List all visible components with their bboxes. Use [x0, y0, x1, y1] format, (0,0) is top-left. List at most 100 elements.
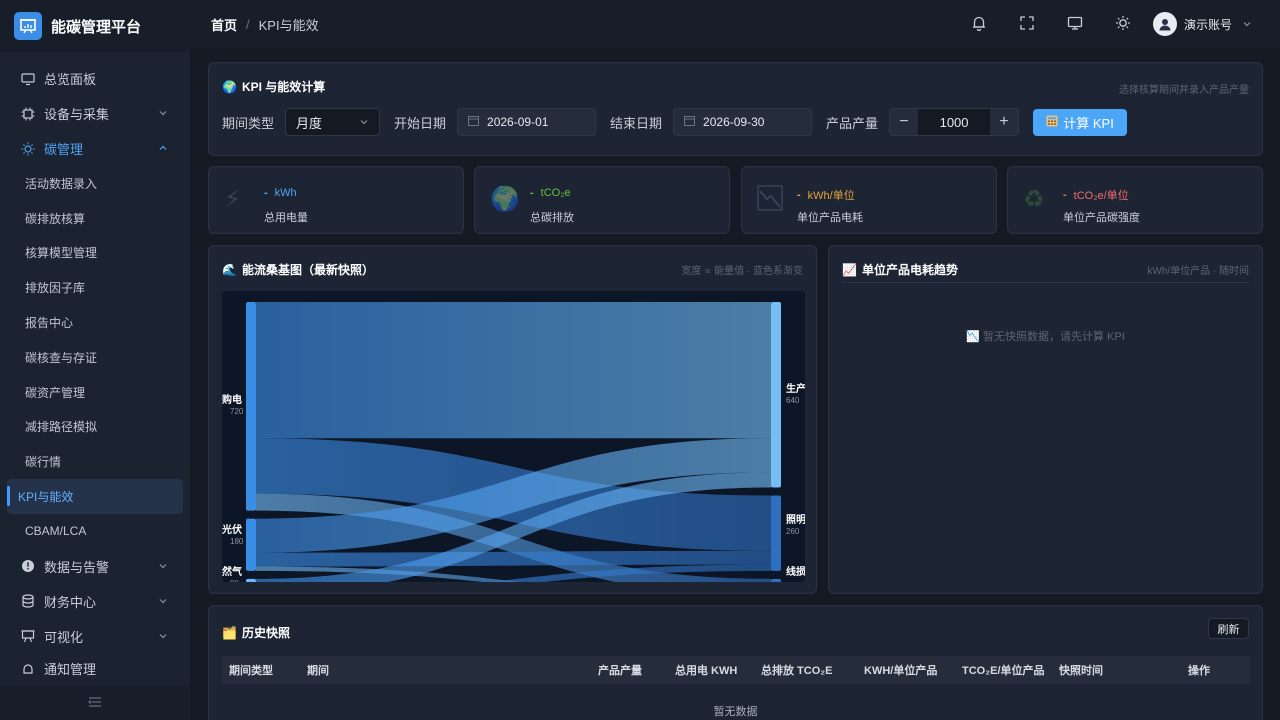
calendar-icon	[468, 115, 480, 129]
sankey-source-label: 然气	[222, 565, 242, 578]
period-type-select[interactable]: 月度	[285, 108, 381, 136]
stat-unit: kWh	[274, 187, 297, 199]
sidebar-sub-carbon-market[interactable]: 碳行情	[7, 444, 183, 479]
sidebar-sub-reduction-path[interactable]: 减排路径模拟	[7, 410, 183, 445]
sidebar-item-visualization[interactable]: 可视化	[0, 619, 190, 654]
avatar	[1152, 12, 1177, 36]
column-header[interactable]: 产品产量	[598, 662, 642, 678]
sankey-target-value: 640	[786, 396, 800, 405]
stat-label: 总碳排放	[530, 212, 574, 224]
stat-label: 单位产品碳强度	[1063, 212, 1140, 224]
quantity-decrease-button[interactable]: −	[890, 109, 919, 135]
sankey-target-node[interactable]	[771, 578, 781, 582]
sidebar-item-devices[interactable]: 设备与采集	[0, 96, 190, 131]
stat-label: 总用电量	[264, 212, 308, 224]
quantity-input[interactable]: 1000	[918, 109, 991, 135]
sankey-source-node[interactable]	[246, 578, 256, 582]
lightning-icon: ⚡	[224, 186, 241, 213]
abacus-icon	[1046, 115, 1058, 130]
chart-up-icon: 📈	[842, 262, 857, 277]
sidebar-sub-model-management[interactable]: 核算模型管理	[7, 236, 183, 271]
sidebar-sub-carbon-assets[interactable]: 碳资产管理	[7, 375, 183, 410]
sankey-source-node[interactable]	[246, 518, 256, 571]
presentation-icon	[20, 628, 36, 644]
sidebar-menu: 总览面板 设备与采集 碳管理 活动数据录入 碳排放核算 核算模型管理 排放因子库…	[0, 52, 190, 678]
sidebar-sub-report-center[interactable]: 报告中心	[7, 305, 183, 340]
sankey-link[interactable]	[256, 302, 771, 439]
sankey-target-node[interactable]	[771, 302, 781, 488]
kpi-form-title: 🌍 KPI 与能效计算	[222, 79, 326, 95]
recycle-icon: ♻	[1023, 186, 1045, 213]
menu-fold-icon	[88, 696, 102, 711]
chart-down-icon: 📉	[966, 331, 980, 343]
sidebar-sub-verification[interactable]: 碳核查与存证	[7, 340, 183, 375]
sidebar: 能碳管理平台 总览面板 设备与采集 碳管理 活动数据录入 碳排放核算 核算模型管…	[0, 0, 190, 720]
sidebar-sub-kpi[interactable]: KPI与能效	[7, 479, 183, 514]
calculate-kpi-button[interactable]: 计算 KPI	[1033, 108, 1128, 136]
sankey-link[interactable]	[256, 550, 771, 567]
column-header[interactable]: 总排放 TCO₂E	[761, 662, 833, 678]
stat-label: 单位产品电耗	[797, 212, 863, 224]
start-date-label: 开始日期	[394, 115, 447, 131]
sidebar-collapse-button[interactable]	[0, 686, 190, 720]
app-logo[interactable]: 能碳管理平台	[0, 0, 190, 52]
calendar-icon	[684, 115, 696, 129]
trend-title: 📈 单位产品电耗趋势	[842, 262, 958, 278]
start-date-input[interactable]: 2026-09-01	[457, 108, 597, 136]
quantity-increase-button[interactable]: +	[990, 109, 1019, 135]
quantity-label: 产品产量	[826, 115, 879, 131]
sidebar-item-finance[interactable]: 财务中心	[0, 584, 190, 619]
folder-icon: 🗂️	[222, 625, 237, 640]
chart-down-icon	[757, 185, 783, 218]
chevron-down-icon	[158, 106, 168, 121]
end-date-input[interactable]: 2026-09-30	[673, 108, 813, 136]
screen-mode-button[interactable]	[1051, 0, 1099, 48]
column-header[interactable]: TCO₂E/单位产品	[962, 662, 1045, 678]
monitor-icon	[20, 71, 36, 87]
stat-unit: tCO₂e	[540, 187, 571, 199]
sankey-target-label: 生产	[786, 382, 805, 395]
sankey-target-label: 照明	[786, 514, 805, 526]
stat-card-unit-electricity: - kWh/单位 单位产品电耗	[741, 166, 997, 234]
sidebar-item-data-alerts[interactable]: 数据与告警	[0, 549, 190, 584]
stat-card-unit-carbon: ♻ - tCO₂e/单位 单位产品碳强度	[1007, 166, 1263, 234]
sidebar-sub-activity-data[interactable]: 活动数据录入	[7, 166, 183, 201]
sidebar-sub-cbam-lca[interactable]: CBAM/LCA	[7, 514, 183, 549]
sankey-target-node[interactable]	[771, 495, 781, 571]
sun-icon	[1115, 15, 1131, 34]
fullscreen-button[interactable]	[1003, 0, 1051, 48]
sidebar-sub-factor-library[interactable]: 排放因子库	[7, 270, 183, 305]
theme-toggle-button[interactable]	[1099, 0, 1147, 48]
sankey-chart: 购电 720 光伏 180 然气 80 生产 640 照明 260 线损	[222, 291, 805, 582]
column-header[interactable]: 总用电 KWH	[675, 662, 737, 678]
user-name: 演示账号	[1183, 17, 1232, 32]
sankey-svg: 购电 720 光伏 180 然气 80 生产 640 照明 260 线损	[222, 302, 805, 582]
column-header[interactable]: KWH/单位产品	[864, 662, 937, 678]
top-header: 首页 / KPI与能效 演示账号	[190, 0, 1280, 48]
column-header[interactable]: 快照时间	[1059, 662, 1103, 678]
user-menu[interactable]: 演示账号	[1152, 12, 1252, 36]
kpi-form-row: 期间类型 月度 开始日期 2026-09-01 结束日期 2026-09-30 …	[222, 108, 1128, 136]
column-header[interactable]: 期间	[307, 662, 329, 678]
kpi-form-hint: 选择核算期间并录入产品产量	[1119, 85, 1249, 96]
bell-icon	[20, 662, 36, 678]
sankey-source-node[interactable]	[246, 302, 256, 511]
sidebar-item-carbon[interactable]: 碳管理	[0, 131, 190, 166]
notification-button[interactable]	[955, 0, 1003, 48]
globe-icon: 🌍	[490, 186, 520, 213]
trend-panel: 📈 单位产品电耗趋势 kWh/单位产品 · 随时间 📉 暂无快照数据，请先计算 …	[828, 245, 1263, 594]
column-header[interactable]: 操作	[1188, 662, 1210, 678]
stat-unit: kWh/单位	[807, 190, 855, 202]
sun-icon	[20, 141, 36, 157]
column-header[interactable]: 期间类型	[229, 662, 273, 678]
breadcrumb-home[interactable]: 首页	[211, 15, 237, 34]
sidebar-item-notifications[interactable]: 通知管理	[0, 654, 190, 678]
history-empty-state: 暂无数据	[713, 706, 758, 718]
sidebar-item-overview[interactable]: 总览面板	[0, 61, 190, 96]
sidebar-sub-emission-accounting[interactable]: 碳排放核算	[7, 201, 183, 236]
chevron-down-icon	[158, 594, 168, 609]
sankey-source-label: 购电	[222, 393, 242, 406]
stat-card-total-electricity: ⚡ - kWh 总用电量	[208, 166, 464, 234]
refresh-button[interactable]: 刷新	[1208, 618, 1249, 639]
stat-value: -	[264, 187, 268, 199]
